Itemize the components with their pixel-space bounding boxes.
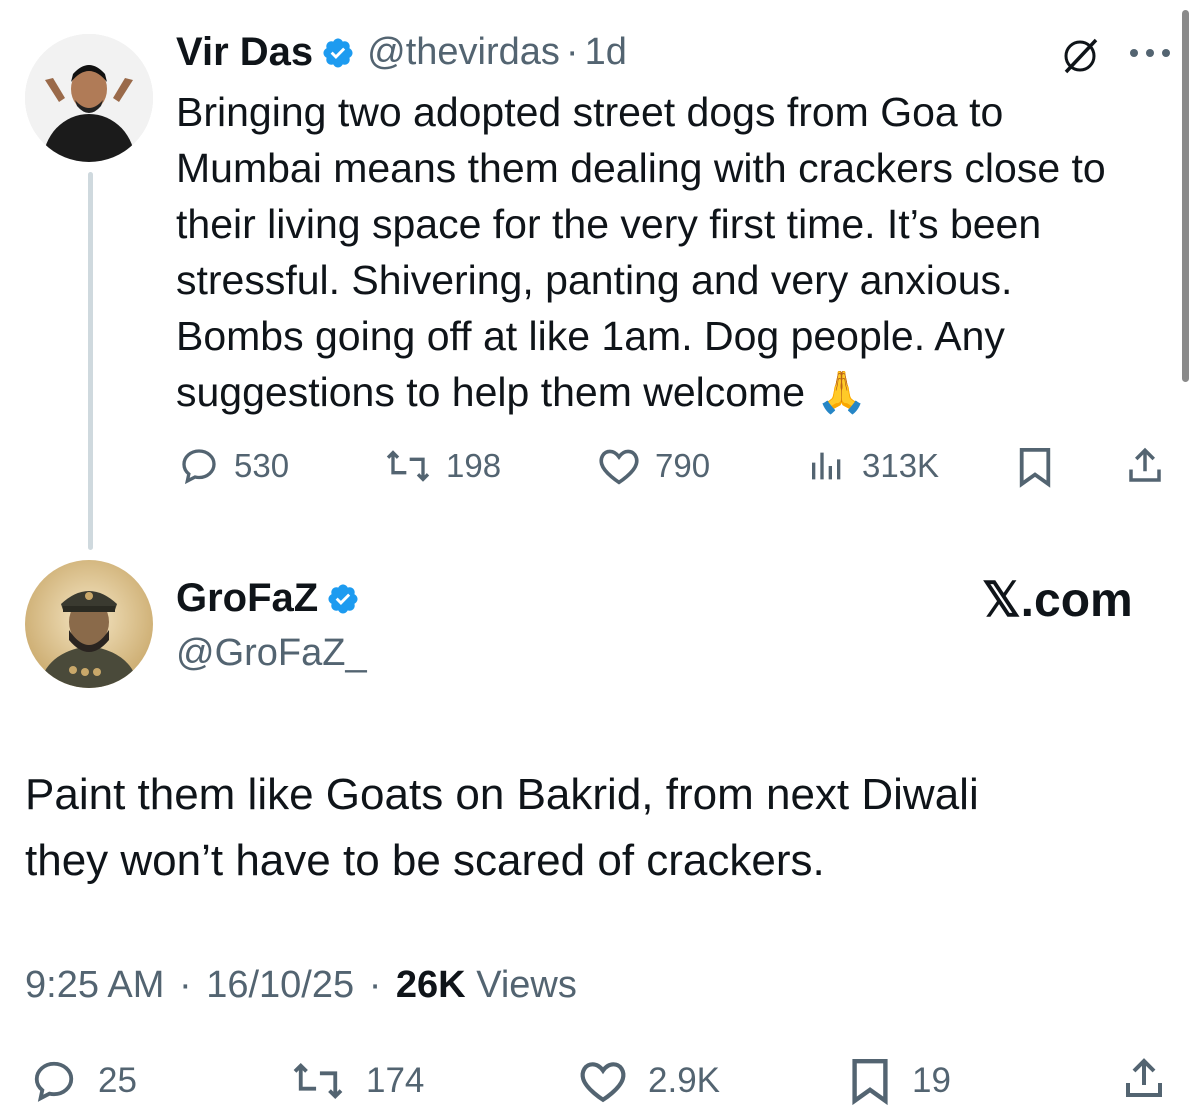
tweet-header: Vir Das @thevirdas · 1d	[176, 30, 627, 75]
repost-count: 198	[446, 447, 502, 484]
reply-like-count: 2.9K	[648, 1061, 720, 1100]
reply-meta: 9:25 AM · 16/10/25 · 26K Views	[25, 964, 577, 1007]
reply-bookmark-button[interactable]: 19	[848, 1056, 951, 1106]
reply-count: 530	[234, 447, 290, 484]
views-button[interactable]: 313K	[806, 446, 939, 486]
author-name[interactable]: Vir Das	[176, 30, 313, 75]
bookmark-icon[interactable]	[1016, 446, 1054, 493]
grok-icon[interactable]	[1058, 34, 1102, 83]
like-count: 790	[655, 447, 711, 484]
separator: ·	[368, 964, 382, 1006]
reply-reply-count: 25	[98, 1061, 137, 1100]
tweet-text-line: stressful. Shivering, panting and very a…	[176, 257, 1013, 303]
repost-icon	[293, 1062, 343, 1100]
xcom-watermark: 𝕏.com	[982, 574, 1133, 627]
like-button[interactable]: 790	[597, 446, 710, 486]
tweet-time[interactable]: 1d	[585, 31, 627, 74]
reply-icon	[182, 449, 216, 485]
more-icon[interactable]	[1128, 46, 1172, 65]
share-icon[interactable]	[1124, 444, 1166, 493]
reply-repost-count: 174	[366, 1061, 425, 1100]
reply-text-line: they won’t have to be scared of crackers…	[25, 836, 825, 885]
reply-view-label: Views	[476, 964, 577, 1006]
reply-reply-button[interactable]: 25	[30, 1058, 137, 1104]
like-icon	[580, 1062, 626, 1103]
views-count: 313K	[862, 447, 940, 484]
reply-repost-button[interactable]: 174	[290, 1058, 424, 1104]
repost-icon	[386, 450, 430, 482]
author-handle[interactable]: @thevirdas	[367, 31, 560, 74]
tweet-text-line: Mumbai means them dealing with crackers …	[176, 145, 1106, 191]
reply-like-button[interactable]: 2.9K	[578, 1058, 720, 1104]
separator: ·	[178, 964, 192, 1006]
reply-text-line: Paint them like Goats on Bakrid, from ne…	[25, 770, 979, 819]
tweet-text-line: suggestions to help them welcome 🙏	[176, 369, 868, 415]
reply-author-handle[interactable]: @GroFaZ_	[176, 632, 367, 675]
tweet-text: Bringing two adopted street dogs from Go…	[176, 84, 1181, 420]
tweet-text-line: Bringing two adopted street dogs from Go…	[176, 89, 1004, 135]
reply-button[interactable]: 530	[178, 446, 289, 486]
avatar-vir-das[interactable]	[25, 34, 153, 162]
tweet-text-line: Bombs going off at like 1am. Dog people.…	[176, 313, 1005, 359]
repost-button[interactable]: 198	[384, 446, 501, 486]
reply-bookmark-count: 19	[912, 1061, 951, 1100]
scrollbar[interactable]	[1182, 10, 1189, 382]
thread-line	[88, 172, 93, 550]
share-icon[interactable]	[1120, 1054, 1168, 1109]
reply-date[interactable]: 16/10/25	[206, 964, 354, 1006]
verified-badge-icon	[321, 36, 355, 70]
verified-badge-icon	[326, 582, 360, 616]
reply-author-name[interactable]: GroFaZ	[176, 576, 318, 621]
avatar-grofaz[interactable]	[25, 560, 153, 688]
reply-time[interactable]: 9:25 AM	[25, 964, 164, 1006]
reply-view-count: 26K	[395, 964, 466, 1006]
bookmark-icon	[852, 1059, 888, 1106]
reply-text: Paint them like Goats on Bakrid, from ne…	[25, 762, 1175, 894]
tweet-text-line: their living space for the very first ti…	[176, 201, 1042, 247]
reply-header: GroFaZ	[176, 576, 360, 621]
separator: ·	[565, 31, 579, 73]
reply-icon	[34, 1061, 74, 1102]
like-icon	[599, 449, 639, 485]
views-icon	[812, 452, 841, 480]
